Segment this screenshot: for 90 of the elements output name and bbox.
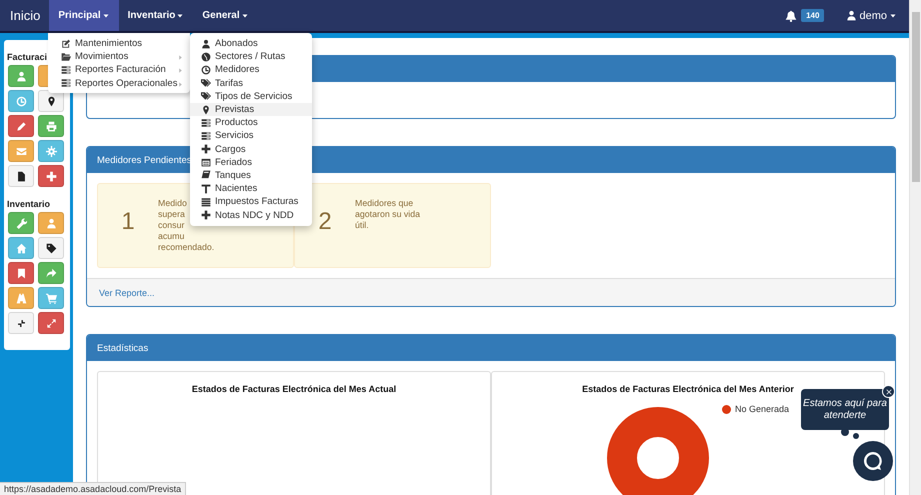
edit-icon xyxy=(61,38,71,49)
tags-icon xyxy=(201,78,211,88)
calendar-icon xyxy=(201,157,211,168)
menu-item[interactable]: Mantenimientos xyxy=(48,37,190,50)
close-icon xyxy=(884,388,892,396)
nav-menu[interactable]: Principal xyxy=(49,0,119,31)
filter-icon xyxy=(201,184,211,194)
list-icon xyxy=(201,130,211,141)
legend-label: No Generada xyxy=(734,404,789,414)
cart-icon xyxy=(46,292,56,304)
alert-text-line: acumu xyxy=(158,231,184,242)
file-icon xyxy=(16,170,26,182)
printer-icon xyxy=(46,120,56,132)
user-icon xyxy=(846,10,858,21)
menu-item[interactable]: Feriados xyxy=(190,156,312,169)
brand-link[interactable]: Inicio xyxy=(0,0,50,31)
wrench-icon xyxy=(16,218,26,228)
compress-icon xyxy=(16,318,26,328)
menu-item[interactable]: Movimientos xyxy=(48,50,190,64)
plus-icon xyxy=(46,170,56,182)
alert-text-line: Medido xyxy=(158,198,187,209)
menu-item[interactable]: Sectores / Rutas xyxy=(190,50,312,64)
envelope-icon xyxy=(16,146,26,156)
alert-text-line: agotaron su vida xyxy=(355,209,420,220)
menu-item[interactable]: Tarifas xyxy=(190,76,312,90)
menu-item[interactable]: Medidores xyxy=(190,63,312,77)
menu-item[interactable]: Notas NDC y NDD xyxy=(190,208,312,222)
section-title: Inventario xyxy=(7,199,50,209)
section-title: Facturaci xyxy=(7,52,48,62)
settings-icon xyxy=(46,146,56,156)
shortcut-button[interactable] xyxy=(8,312,34,334)
notification-badge[interactable]: 140 xyxy=(801,9,824,22)
user-icon xyxy=(201,38,211,49)
nav-menu[interactable]: Inventario xyxy=(118,0,194,31)
map-marker-icon xyxy=(201,104,211,115)
scrollbar[interactable] xyxy=(909,0,921,495)
plus-icon xyxy=(201,144,211,154)
shortcut-button[interactable] xyxy=(38,90,64,112)
menu-item[interactable]: Reportes Facturación xyxy=(48,63,190,77)
menu-item[interactable]: Nacientes xyxy=(190,182,312,196)
clock-icon xyxy=(16,96,26,106)
menu-item[interactable]: Productos xyxy=(190,116,312,130)
alert-text-line: recomendado. xyxy=(158,242,214,253)
chart-title: Estados de Facturas Electrónica del Mes Anterior xyxy=(582,384,794,394)
report-link[interactable]: Ver Reporte... xyxy=(99,288,155,298)
chart-title: Estados de Facturas Electrónica del Mes Actual xyxy=(192,384,396,394)
book-icon xyxy=(201,170,211,180)
nav-menu[interactable]: General xyxy=(193,0,258,31)
bookmark-icon xyxy=(16,268,26,278)
pencil-icon xyxy=(16,120,26,132)
shortcut-button[interactable] xyxy=(38,237,64,259)
caret-icon xyxy=(102,12,110,20)
clock-icon xyxy=(201,64,211,75)
alert-text-line: útil. xyxy=(355,220,369,231)
caret-icon xyxy=(176,12,184,20)
chat-bubble: Estamos aquí para atenderte xyxy=(801,389,889,430)
user-menu[interactable]: demo xyxy=(846,10,897,22)
expand-icon xyxy=(46,318,56,328)
list-icon xyxy=(61,78,71,88)
alert-text-line: supera xyxy=(158,209,185,220)
user-icon xyxy=(16,70,26,82)
bars-icon xyxy=(201,196,211,207)
tags-icon xyxy=(201,91,211,102)
caret-icon xyxy=(240,12,249,20)
menu-item[interactable]: Abonados xyxy=(190,37,312,50)
share-arrow-icon xyxy=(46,268,56,278)
home-icon xyxy=(16,242,26,254)
menu-item[interactable]: Cargos xyxy=(190,142,312,156)
list-icon xyxy=(201,118,211,128)
list-icon xyxy=(61,64,71,75)
user-icon xyxy=(46,218,56,228)
panel-title: Estadísticas xyxy=(97,342,148,354)
menu-item[interactable]: Reportes Operacionales xyxy=(48,76,190,90)
menu-item[interactable]: Impuestos Facturas xyxy=(190,195,312,208)
plus-icon xyxy=(201,210,211,220)
menu-item[interactable]: Previstas xyxy=(190,102,312,116)
bell-icon xyxy=(785,10,798,22)
menu-item[interactable]: Tanques xyxy=(190,168,312,182)
menu-item[interactable]: Servicios xyxy=(190,129,312,142)
caret-icon xyxy=(889,12,897,20)
folder-icon xyxy=(61,52,71,62)
shortcut-button[interactable] xyxy=(8,165,34,187)
speech-bubble-icon xyxy=(862,450,884,472)
status-url: https://asadademo.asadacloud.com/Prevista xyxy=(0,482,186,495)
tag-icon xyxy=(46,242,56,254)
alert-text-line: Medidores que xyxy=(355,198,414,209)
alert-text-line: consur xyxy=(158,220,184,231)
map-marker-icon xyxy=(46,96,56,106)
alert-count: 1 xyxy=(120,207,136,237)
menu-item[interactable]: Tipos de Servicios xyxy=(190,90,312,103)
